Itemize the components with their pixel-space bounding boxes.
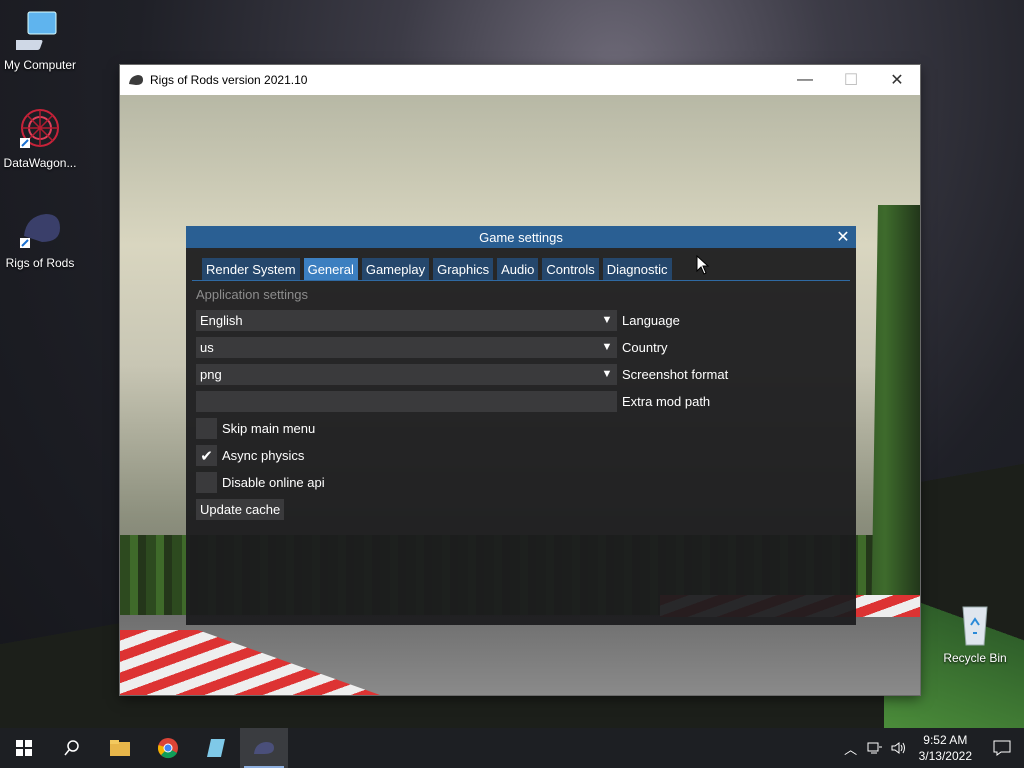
tab-graphics[interactable]: Graphics — [433, 258, 494, 280]
async-physics-label: Async physics — [222, 448, 305, 463]
desktop-icon-rigs-of-rods[interactable]: Rigs of Rods — [0, 208, 80, 270]
tab-gameplay[interactable]: Gameplay — [361, 258, 430, 280]
tab-controls[interactable]: Controls — [542, 258, 599, 280]
file-explorer-icon — [110, 740, 130, 756]
desktop-icon-datawagon[interactable]: DataWagon... — [0, 108, 80, 170]
maximize-button[interactable]: ☐ — [828, 65, 874, 95]
app-window: Rigs of Rods version 2021.10 — ☐ ✕ Game … — [120, 65, 920, 695]
combo-value: png — [200, 367, 222, 382]
screenshot-format-combo[interactable]: png ▼ — [196, 364, 617, 385]
screenshot-format-label: Screenshot format — [622, 367, 729, 382]
extra-mod-path-row: Extra mod path — [186, 388, 856, 415]
skip-main-menu-checkbox[interactable] — [196, 418, 217, 439]
skip-main-menu-label: Skip main menu — [222, 421, 316, 436]
dialog-close-icon[interactable]: ✕ — [834, 228, 852, 246]
minimize-button[interactable]: — — [782, 65, 828, 95]
checkmark-icon: ✔ — [200, 447, 213, 465]
update-cache-button[interactable]: Update cache — [196, 499, 285, 520]
computer-icon — [6, 10, 64, 54]
extra-mod-path-input[interactable] — [196, 391, 617, 412]
window-titlebar[interactable]: Rigs of Rods version 2021.10 — ☐ ✕ — [120, 65, 920, 95]
tab-render-system[interactable]: Render System — [202, 258, 300, 280]
disable-online-api-label: Disable online api — [222, 475, 325, 490]
screenshot-format-row: png ▼ Screenshot format — [186, 361, 856, 388]
combo-value: us — [200, 340, 214, 355]
country-row: us ▼ Country — [186, 334, 856, 361]
async-physics-row: ✔ Async physics — [186, 442, 856, 469]
dropdown-arrow-icon[interactable]: ▼ — [597, 337, 617, 358]
show-hidden-icons-chevron-icon[interactable]: ︿ — [839, 728, 863, 768]
clock-date: 3/13/2022 — [918, 749, 972, 763]
recycle-bin-icon — [951, 603, 999, 647]
dropdown-arrow-icon[interactable]: ▼ — [597, 364, 617, 385]
taskbar-file-explorer[interactable] — [96, 728, 144, 768]
desktop-icon-label: Rigs of Rods — [5, 256, 75, 270]
taskbar-notepad[interactable] — [192, 728, 240, 768]
start-button[interactable] — [0, 728, 48, 768]
system-tray: ︿ 9:52 AM 3/13/2022 — [839, 728, 1024, 768]
window-title: Rigs of Rods version 2021.10 — [150, 73, 308, 87]
rigs-of-rods-icon — [128, 74, 144, 86]
clock-time: 9:52 AM — [923, 733, 968, 747]
taskbar-rigs-of-rods[interactable] — [240, 728, 288, 768]
language-combo[interactable]: English ▼ — [196, 310, 617, 331]
search-icon — [64, 740, 79, 756]
desktop-icon-recycle-bin[interactable]: Recycle Bin — [935, 603, 1015, 665]
disable-online-api-row: Disable online api — [186, 469, 856, 496]
async-physics-checkbox[interactable]: ✔ — [196, 445, 217, 466]
mouse-cursor-icon — [696, 255, 710, 275]
search-button[interactable] — [48, 728, 96, 768]
desktop-icon-label: DataWagon... — [3, 156, 77, 170]
notification-center-icon[interactable] — [980, 740, 1024, 756]
tab-audio[interactable]: Audio — [497, 258, 539, 280]
tab-diagnostic[interactable]: Diagnostic — [602, 258, 672, 280]
skip-main-menu-row: Skip main menu — [186, 415, 856, 442]
desktop-icon-label: My Computer — [3, 58, 77, 72]
language-label: Language — [622, 313, 680, 328]
taskbar-clock[interactable]: 9:52 AM 3/13/2022 — [911, 732, 980, 764]
taskbar-chrome[interactable] — [144, 728, 192, 768]
country-label: Country — [622, 340, 668, 355]
close-button[interactable]: ✕ — [874, 65, 920, 95]
settings-tabs: Render System General Gameplay Graphics … — [192, 248, 850, 281]
dropdown-arrow-icon[interactable]: ▼ — [597, 310, 617, 331]
game-viewport[interactable]: Game settings ✕ Render System General Ga… — [120, 95, 920, 695]
dialog-title: Game settings — [479, 229, 563, 245]
network-icon[interactable] — [863, 728, 887, 768]
dialog-titlebar[interactable]: Game settings ✕ — [186, 226, 856, 248]
rigs-of-rods-icon — [16, 208, 64, 252]
game-settings-dialog: Game settings ✕ Render System General Ga… — [186, 226, 856, 625]
chrome-icon — [158, 738, 178, 759]
taskbar: ︿ 9:52 AM 3/13/2022 — [0, 728, 1024, 768]
disable-online-api-checkbox[interactable] — [196, 472, 217, 493]
desktop-icon-label: Recycle Bin — [943, 651, 1007, 665]
notepad-icon — [207, 739, 225, 757]
combo-value: English — [200, 313, 243, 328]
tab-general[interactable]: General — [303, 258, 358, 280]
desktop-icon-my-computer[interactable]: My Computer — [0, 10, 80, 72]
language-row: English ▼ Language — [186, 307, 856, 334]
update-cache-row: Update cache — [186, 496, 856, 523]
extra-mod-path-label: Extra mod path — [622, 394, 711, 409]
datawagon-icon — [16, 108, 64, 152]
start-icon — [16, 740, 32, 756]
rigs-of-rods-icon — [254, 742, 274, 754]
volume-icon[interactable] — [887, 728, 911, 768]
country-combo[interactable]: us ▼ — [196, 337, 617, 358]
section-title: Application settings — [196, 287, 309, 302]
